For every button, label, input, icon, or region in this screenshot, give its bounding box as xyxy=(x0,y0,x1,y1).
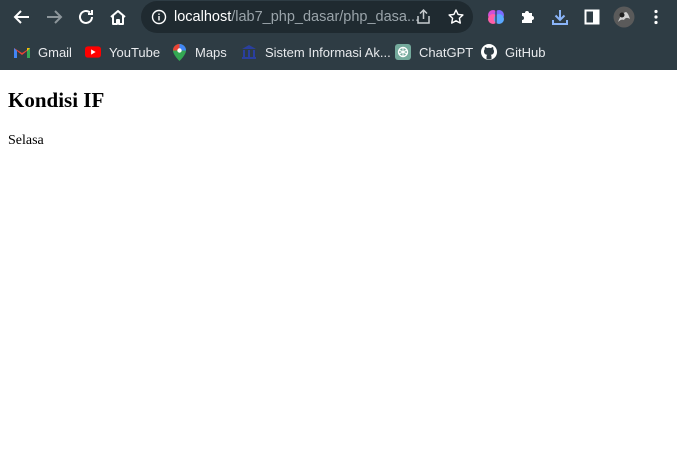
forward-button[interactable] xyxy=(38,1,70,33)
bookmark-label: GitHub xyxy=(505,44,546,60)
home-button[interactable] xyxy=(102,1,134,33)
profile-button[interactable] xyxy=(608,1,640,33)
bookmark-label: Maps xyxy=(195,44,227,60)
menu-button[interactable] xyxy=(640,1,672,33)
extension-button[interactable] xyxy=(480,1,512,33)
gmail-icon xyxy=(14,48,30,58)
maps-icon xyxy=(172,43,186,61)
page-text: Selasa xyxy=(8,133,44,148)
bookmarks-bar: Gmail YouTube Maps Sistem Informasi Ak..… xyxy=(0,35,677,70)
reload-icon xyxy=(79,9,93,24)
home-icon xyxy=(110,10,126,25)
download-icon xyxy=(552,10,568,25)
browser-toolbar: localhost/lab7_php_dasar/php_dasa... xyxy=(0,0,677,35)
bookmark-sistem-informasi[interactable]: Sistem Informasi Ak... xyxy=(241,43,391,61)
bookmark-label: Sistem Informasi Ak... xyxy=(265,44,391,60)
downloads-button[interactable] xyxy=(544,1,576,33)
share-icon[interactable] xyxy=(415,8,433,26)
youtube-icon xyxy=(85,46,101,58)
back-button[interactable] xyxy=(6,1,38,33)
bookmark-github[interactable]: GitHub xyxy=(481,43,545,61)
chatgpt-icon xyxy=(395,44,411,60)
url-host: localhost xyxy=(174,9,232,25)
browser-chrome: localhost/lab7_php_dasar/php_dasa... Gma… xyxy=(0,0,677,70)
bookmark-label: ChatGPT xyxy=(419,44,474,60)
kebab-menu-icon xyxy=(654,9,658,25)
arrow-left-icon xyxy=(13,10,29,24)
puzzle-icon xyxy=(522,11,534,23)
github-icon xyxy=(481,44,497,60)
bookmark-star-icon[interactable] xyxy=(447,8,465,26)
university-icon xyxy=(242,45,256,59)
side-panel-icon xyxy=(584,9,600,25)
page-heading: Kondisi IF xyxy=(8,88,105,112)
arrow-right-icon xyxy=(47,10,63,24)
bookmark-chatgpt[interactable]: ChatGPT xyxy=(395,43,473,61)
bookmark-youtube[interactable]: YouTube xyxy=(85,43,160,61)
brain-extension-icon xyxy=(488,10,504,24)
url-path: /lab7_php_dasar/php_dasa... xyxy=(231,9,420,25)
avatar xyxy=(613,6,635,28)
address-bar[interactable]: localhost/lab7_php_dasar/php_dasa... xyxy=(141,1,473,33)
bookmark-maps[interactable]: Maps xyxy=(171,43,227,61)
bookmark-label: YouTube xyxy=(109,44,161,60)
bookmark-gmail[interactable]: Gmail xyxy=(14,43,72,61)
reload-button[interactable] xyxy=(70,1,102,33)
info-icon[interactable] xyxy=(151,9,167,25)
url-text[interactable]: localhost/lab7_php_dasar/php_dasa... xyxy=(174,9,419,25)
bookmark-label: Gmail xyxy=(38,44,72,60)
extensions-button[interactable] xyxy=(512,1,544,33)
side-panel-button[interactable] xyxy=(576,1,608,33)
